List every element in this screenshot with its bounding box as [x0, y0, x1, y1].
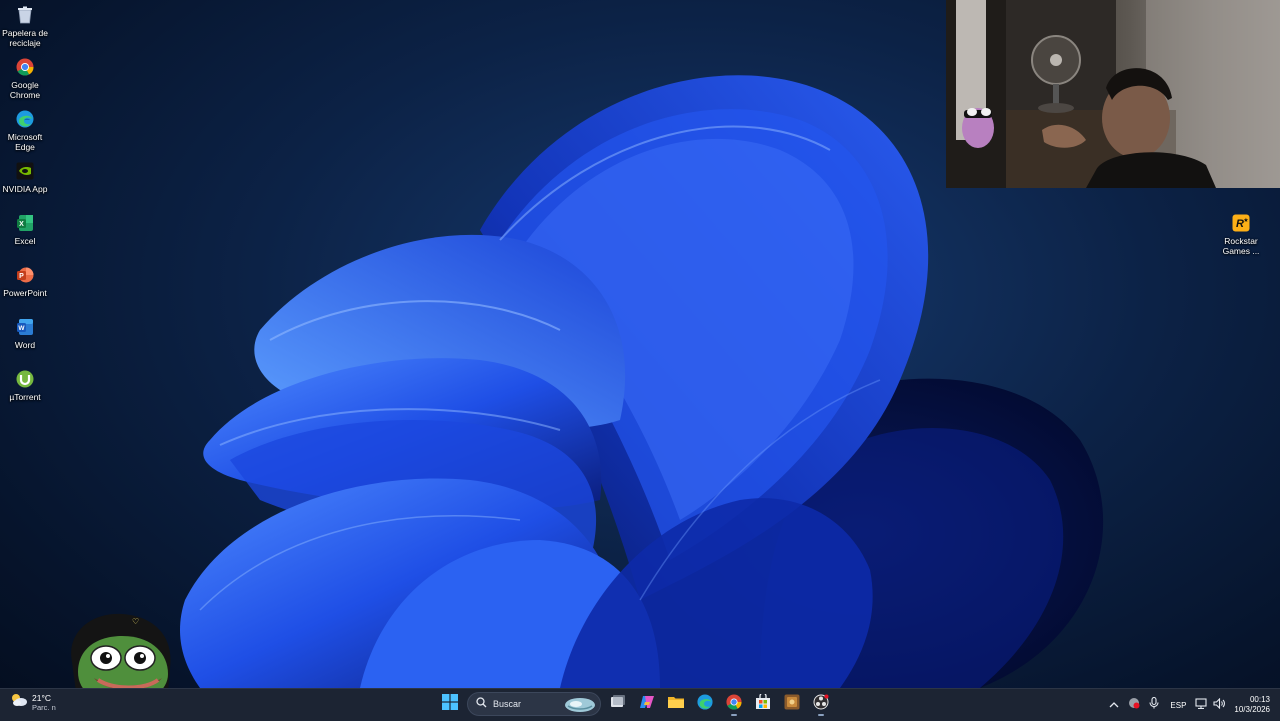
recycle-bin-icon [15, 5, 35, 25]
rockstar-games-icon: R ★ [1231, 213, 1251, 233]
copilot-icon [639, 694, 655, 715]
word-icon: W [15, 317, 35, 337]
desktop-icon-excel[interactable]: X Excel [0, 213, 50, 246]
microsoft-store-button[interactable] [751, 691, 775, 716]
game-taskbar-button[interactable] [780, 692, 804, 716]
clock-date: 10/3/2026 [1234, 705, 1270, 714]
svg-text:X: X [19, 221, 24, 228]
desktop-icon-recycle-bin[interactable]: Papelera de reciclaje [0, 5, 50, 48]
desktop-icon-label: Rockstar Games ... [1222, 236, 1260, 256]
task-view-icon [610, 694, 626, 714]
tray-app-icon [1128, 696, 1140, 714]
desktop-icon-label: PowerPoint [3, 288, 47, 298]
webcam-feed [946, 0, 1280, 188]
network-button[interactable] [1192, 693, 1210, 717]
chrome-icon [15, 57, 35, 77]
excel-icon: X [15, 213, 35, 233]
running-indicator [818, 714, 824, 716]
file-explorer-icon [668, 695, 684, 714]
desktop-icon-label: Excel [14, 236, 36, 246]
desktop-icon-label: Microsoft Edge [7, 132, 43, 152]
desktop-icon-powerpoint[interactable]: P PowerPoint [0, 265, 50, 298]
running-indicator [731, 714, 737, 716]
webcam-overlay [946, 0, 1280, 188]
task-view-button[interactable] [606, 692, 630, 716]
partly-cloudy-icon [10, 692, 28, 713]
desktop-icon-label: Word [14, 340, 36, 350]
microphone-icon [1149, 696, 1159, 714]
utorrent-icon [15, 369, 35, 389]
chevron-up-icon [1109, 696, 1119, 714]
desktop-icon-microsoft-edge[interactable]: Microsoft Edge [0, 109, 50, 152]
desktop-icon-rockstar-games[interactable]: R ★ Rockstar Games ... [1216, 213, 1266, 256]
taskbar-search-box[interactable] [467, 692, 601, 716]
language-indicator[interactable]: ESP [1170, 701, 1186, 710]
system-tray: ESP 00:13 10/3/2026 [1104, 689, 1280, 721]
volume-icon [1213, 696, 1226, 714]
weather-widget[interactable]: 21°C Parc. n [10, 692, 56, 713]
svg-text:★: ★ [1243, 217, 1248, 224]
taskbar-clock[interactable]: 00:13 10/3/2026 [1234, 695, 1270, 715]
edge-icon [15, 109, 35, 129]
nvidia-icon [15, 161, 35, 181]
obs-icon [813, 694, 829, 715]
chrome-icon [726, 693, 742, 715]
taskbar: 21°C Parc. n Buscar ESP 00:13 10/3/2026 [0, 688, 1280, 721]
copilot-button[interactable] [635, 692, 659, 716]
obs-taskbar-button[interactable] [809, 692, 833, 716]
desktop-icon-word[interactable]: W Word [0, 317, 50, 350]
edge-taskbar-button[interactable] [693, 692, 717, 716]
game-icon [784, 694, 800, 715]
search-input[interactable] [493, 699, 563, 709]
svg-text:♡: ♡ [132, 617, 139, 626]
svg-text:W: W [18, 325, 25, 332]
chrome-taskbar-button[interactable] [722, 692, 746, 716]
desktop-icon-nvidia-app[interactable]: NVIDIA App [0, 161, 50, 194]
weather-temperature: 21°C [32, 693, 51, 703]
microphone-button[interactable] [1144, 693, 1164, 717]
show-hidden-icons-button[interactable] [1104, 693, 1124, 717]
clock-time: 00:13 [1249, 695, 1270, 704]
weather-condition: Parc. n [32, 703, 56, 712]
svg-text:P: P [19, 273, 24, 280]
file-explorer-button[interactable] [664, 692, 688, 716]
desktop-icon-label: Google Chrome [9, 80, 41, 100]
desktop-icon-utorrent[interactable]: µTorrent [0, 369, 50, 402]
desktop-icon-label: µTorrent [9, 392, 41, 402]
search-icon [476, 695, 487, 713]
search-highlight-icon [564, 696, 596, 719]
edge-icon [697, 693, 713, 715]
desktop-icon-label: NVIDIA App [2, 184, 48, 194]
desktop-icon-label: Papelera de reciclaje [2, 28, 48, 48]
volume-button[interactable] [1210, 693, 1228, 717]
taskbar-apps [438, 691, 833, 716]
powerpoint-icon: P [15, 265, 35, 285]
desktop-icon-google-chrome[interactable]: Google Chrome [0, 57, 50, 100]
network-icon [1195, 696, 1207, 714]
microsoft-store-icon [755, 691, 771, 715]
start-icon [442, 693, 458, 715]
tray-app-button[interactable] [1124, 693, 1144, 717]
start-button[interactable] [438, 692, 462, 716]
